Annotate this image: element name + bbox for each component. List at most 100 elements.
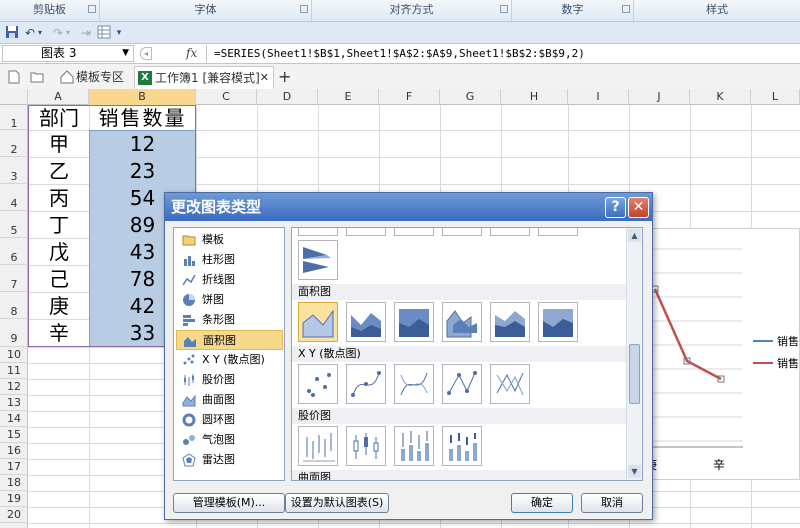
category-item-stock[interactable]: 股价图 — [176, 370, 283, 390]
chevron-down-icon[interactable]: ▼ — [122, 46, 129, 61]
row-header[interactable]: 1 — [0, 105, 28, 130]
save-icon[interactable] — [4, 25, 20, 41]
row-header[interactable]: 10 — [0, 347, 28, 363]
stacked-area-3d-thumbnail[interactable] — [490, 302, 530, 342]
ok-button[interactable]: 确定 — [511, 493, 573, 513]
tab-template-zone[interactable]: 模板专区 — [56, 66, 132, 90]
stock-vohlc-thumbnail[interactable] — [442, 426, 482, 466]
cell-department[interactable]: 乙 — [29, 158, 89, 184]
row-header[interactable]: 4 — [0, 184, 28, 211]
scatter-markers-thumbnail[interactable] — [298, 364, 338, 404]
stock-vhlc-thumbnail[interactable] — [394, 426, 434, 466]
category-item-pie[interactable]: 饼图 — [176, 290, 283, 310]
row-header[interactable]: 18 — [0, 475, 28, 491]
add-tab-icon[interactable]: + — [278, 66, 294, 90]
column-header[interactable]: K — [690, 89, 751, 105]
category-item-scatter[interactable]: X Y (散点图) — [176, 350, 283, 370]
cell-quantity[interactable]: 12 — [89, 131, 196, 157]
row-header[interactable]: 5 — [0, 211, 28, 238]
column-header[interactable]: F — [379, 89, 440, 105]
cell-department[interactable]: 丙 — [29, 185, 89, 211]
close-icon[interactable]: ✕ — [628, 197, 649, 218]
scatter-straight-thumbnail[interactable] — [490, 364, 530, 404]
row-header[interactable]: 13 — [0, 395, 28, 411]
column-header[interactable]: A — [28, 89, 89, 105]
cell-department[interactable]: 己 — [29, 266, 89, 292]
tab-workbook[interactable]: X 工作簿1 [兼容模式] ✕ — [134, 66, 274, 90]
area-3d-thumbnail[interactable] — [442, 302, 482, 342]
group-expand-icon[interactable] — [300, 5, 308, 13]
row-header[interactable]: 9 — [0, 319, 28, 347]
stacked-area-thumbnail[interactable] — [346, 302, 386, 342]
scatter-straight-markers-thumbnail[interactable] — [442, 364, 482, 404]
category-item-line[interactable]: 折线图 — [176, 270, 283, 290]
cell-b1[interactable]: 销售数量 — [89, 105, 196, 130]
collapse-handle-icon[interactable]: ◂ — [140, 47, 152, 60]
row-header[interactable]: 19 — [0, 491, 28, 507]
stock-hlc-thumbnail[interactable] — [298, 426, 338, 466]
row-header[interactable]: 11 — [0, 363, 28, 379]
row-header[interactable]: 20 — [0, 507, 28, 523]
manage-templates-button[interactable]: 管理模板(M)... — [173, 493, 285, 513]
category-item-bubble[interactable]: 气泡图 — [176, 430, 283, 450]
scatter-smooth-markers-thumbnail[interactable] — [346, 364, 386, 404]
insert-function-icon[interactable]: fx — [186, 46, 197, 60]
formula-input[interactable]: =SERIES(Sheet1!$B$1,Sheet1!$A$2:$A$9,She… — [214, 45, 585, 62]
row-header[interactable]: 17 — [0, 459, 28, 475]
dialog-title-bar[interactable]: 更改图表类型 ? ✕ — [165, 193, 652, 221]
chart-subtype-thumbnail[interactable] — [298, 228, 338, 236]
new-document-icon[interactable] — [8, 66, 24, 90]
column-header[interactable]: B — [89, 89, 196, 105]
percent-area-3d-thumbnail[interactable] — [538, 302, 578, 342]
cell-quantity[interactable]: 23 — [89, 158, 196, 184]
table-icon[interactable] — [96, 25, 112, 41]
category-item-surface[interactable]: 曲面图 — [176, 390, 283, 410]
column-header[interactable]: H — [501, 89, 568, 105]
bar-3d-thumbnail[interactable] — [298, 240, 338, 280]
cell-department[interactable]: 丁 — [29, 212, 89, 238]
undo-dropdown-icon[interactable]: ▾ — [36, 25, 44, 41]
row-header[interactable]: 12 — [0, 379, 28, 395]
group-expand-icon[interactable] — [500, 5, 508, 13]
redo-dropdown-icon[interactable]: ▾ — [64, 25, 72, 41]
group-expand-icon[interactable] — [622, 5, 630, 13]
category-item-area[interactable]: 面积图 — [176, 330, 283, 350]
chart-subtype-thumbnail[interactable] — [442, 228, 482, 236]
set-default-chart-button[interactable]: 设置为默认图表(S) — [285, 493, 389, 513]
help-button[interactable]: ? — [605, 197, 626, 218]
open-folder-icon[interactable] — [30, 66, 46, 90]
cell-department[interactable]: 戊 — [29, 239, 89, 265]
row-header[interactable]: 8 — [0, 292, 28, 319]
group-expand-icon[interactable] — [88, 5, 96, 13]
cancel-button[interactable]: 取消 — [581, 493, 643, 513]
gallery-scrollbar[interactable]: ▲ ▼ — [626, 228, 642, 480]
stock-ohlc-thumbnail[interactable] — [346, 426, 386, 466]
category-item-column[interactable]: 柱形图 — [176, 250, 283, 270]
column-header[interactable]: G — [440, 89, 501, 105]
cell-department[interactable]: 庚 — [29, 293, 89, 319]
format-painter-icon[interactable]: ⇥ — [78, 25, 94, 41]
cell-department[interactable]: 辛 — [29, 320, 89, 347]
close-icon[interactable]: ✕ — [260, 67, 269, 89]
column-header[interactable]: C — [196, 89, 257, 105]
row-header[interactable]: 16 — [0, 443, 28, 459]
scroll-up-icon[interactable]: ▲ — [628, 229, 641, 242]
column-header[interactable]: L — [751, 89, 800, 105]
category-item-radar[interactable]: 雷达图 — [176, 450, 283, 470]
name-box[interactable]: 图表 3 ▼ — [2, 45, 134, 62]
cell-department[interactable]: 甲 — [29, 131, 89, 157]
cell-a1[interactable]: 部门 — [29, 105, 89, 130]
row-header[interactable]: 3 — [0, 157, 28, 184]
column-header[interactable]: E — [318, 89, 379, 105]
scatter-smooth-thumbnail[interactable] — [394, 364, 434, 404]
category-item-bar[interactable]: 条形图 — [176, 310, 283, 330]
scroll-down-icon[interactable]: ▼ — [628, 465, 641, 478]
embedded-line-chart[interactable]: 庚 辛 销售 销售 — [636, 228, 800, 480]
row-header[interactable]: 15 — [0, 427, 28, 443]
category-item-doughnut[interactable]: 圆环图 — [176, 410, 283, 430]
percent-area-thumbnail[interactable] — [394, 302, 434, 342]
row-header[interactable]: 6 — [0, 238, 28, 265]
row-header[interactable]: 2 — [0, 130, 28, 157]
customize-toolbar-icon[interactable]: ▾ — [114, 25, 124, 41]
column-header[interactable]: J — [629, 89, 690, 105]
